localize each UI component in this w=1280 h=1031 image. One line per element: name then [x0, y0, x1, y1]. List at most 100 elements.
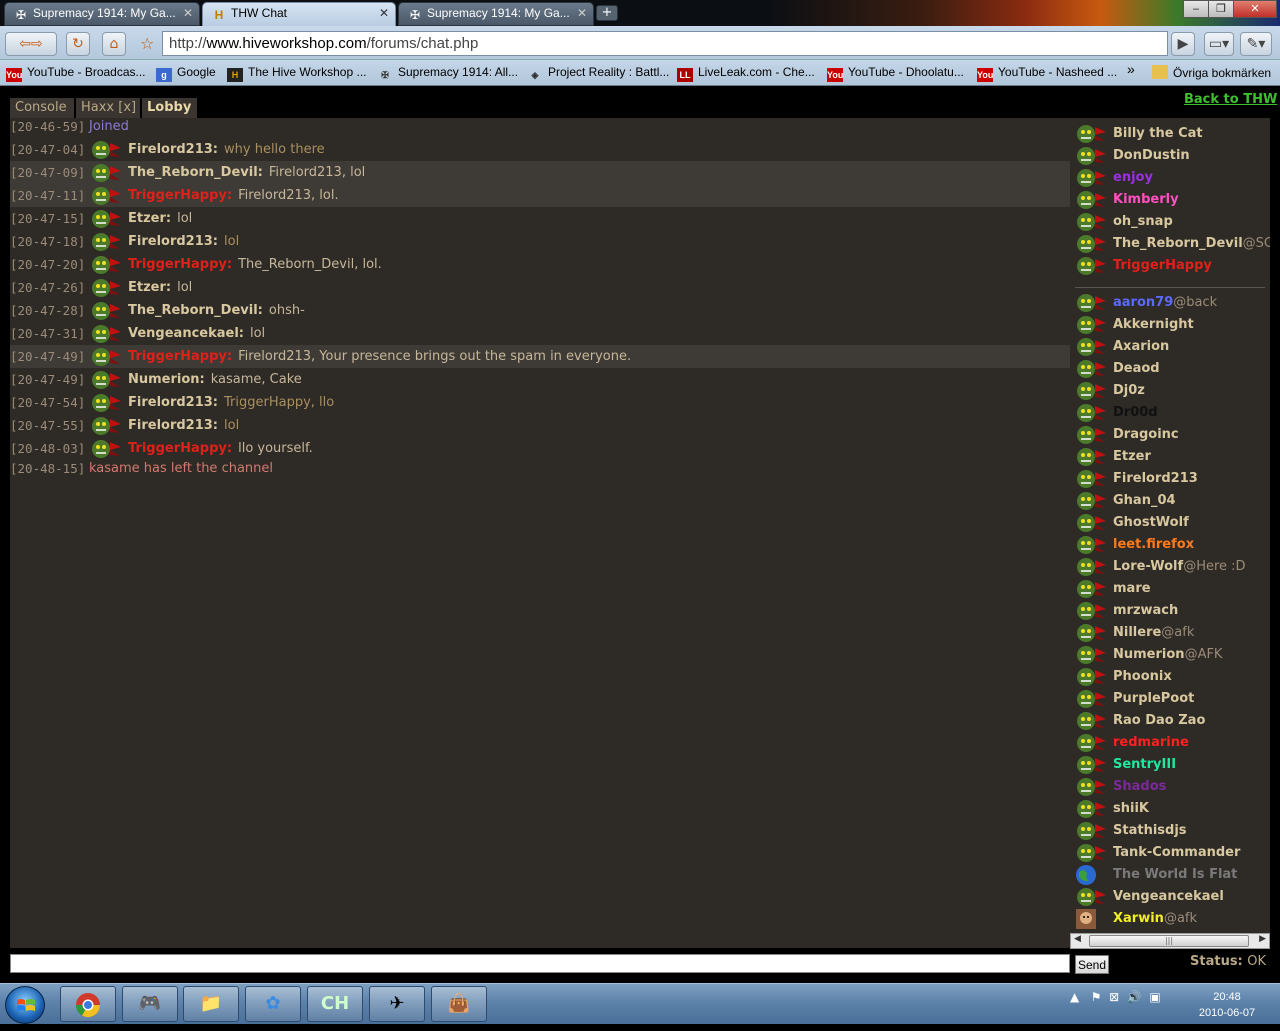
maximize-button[interactable]: ❐ [1208, 0, 1234, 18]
message-nick[interactable]: Firelord213: lol [128, 230, 239, 253]
volume-icon[interactable]: 🔊 [1127, 990, 1142, 1004]
tray-expand-icon[interactable]: ▲ [1070, 990, 1079, 1004]
tab-console[interactable]: Console [10, 98, 74, 118]
user-list-item[interactable]: Xarwin@afk [1075, 908, 1270, 930]
user-list-item[interactable]: TriggerHappy [1075, 255, 1270, 277]
browser-tab-thw-chat[interactable]: H THW Chat ✕ [202, 2, 396, 26]
user-list-item[interactable]: PurplePoot [1075, 688, 1270, 710]
user-list-item[interactable]: Billy the Cat [1075, 123, 1270, 145]
user-list-item[interactable]: Phoonix [1075, 666, 1270, 688]
user-list-item[interactable]: Nillere@afk [1075, 622, 1270, 644]
user-list-item[interactable]: Tank-Commander [1075, 842, 1270, 864]
user-list-item[interactable]: SentryIII [1075, 754, 1270, 776]
bookmark-star-icon[interactable]: ☆ [140, 34, 154, 53]
user-list-item[interactable]: aaron79@back [1075, 292, 1270, 314]
other-bookmarks-folder[interactable]: Övriga bokmärken [1152, 65, 1271, 80]
network-icon[interactable]: ⊠ [1109, 990, 1119, 1004]
address-bar[interactable]: http://www.hiveworkshop.com/forums/chat.… [162, 31, 1168, 56]
user-list-item[interactable]: GhostWolf [1075, 512, 1270, 534]
window-close-button[interactable]: ✕ [1233, 0, 1277, 18]
taskbar-media[interactable]: ✿ [245, 986, 301, 1022]
message-nick[interactable]: Numerion: kasame, Cake [128, 368, 302, 391]
chat-message-input[interactable] [10, 954, 1070, 973]
user-list-item[interactable]: oh_snap [1075, 211, 1270, 233]
back-arrow-icon[interactable]: ⇦ [19, 36, 31, 52]
tab-lobby[interactable]: Lobby [142, 98, 197, 118]
back-to-thw-link[interactable]: Back to THW [1184, 92, 1277, 107]
user-list-item[interactable]: DonDustin [1075, 145, 1270, 167]
user-list-item[interactable]: leet.firefox [1075, 534, 1270, 556]
message-nick[interactable]: The_Reborn_Devil: ohsh- [128, 299, 305, 322]
tab-haxx[interactable]: Haxx [x] [76, 98, 140, 118]
user-list-item[interactable]: shiiK [1075, 798, 1270, 820]
page-menu-button[interactable]: ▭▾ [1204, 32, 1234, 56]
message-nick[interactable]: Firelord213: lol [128, 414, 239, 437]
system-clock[interactable]: 20:48 2010-06-07 [1192, 989, 1262, 1021]
browser-tab-supremacy-2[interactable]: ✠ Supremacy 1914: My Ga... ✕ [398, 2, 594, 26]
scroll-left-icon[interactable]: ◀ [1074, 934, 1081, 944]
message-nick[interactable]: TriggerHappy: Firelord213, lol. [128, 184, 339, 207]
message-nick[interactable]: TriggerHappy: llo yourself. [128, 437, 313, 460]
user-list-item[interactable]: Numerion@AFK [1075, 644, 1270, 666]
user-list-item[interactable]: Ghan_04 [1075, 490, 1270, 512]
message-nick[interactable]: Etzer: lol [128, 276, 192, 299]
reload-button[interactable]: ↻ [66, 32, 90, 56]
bookmark-google[interactable]: g Google [156, 65, 216, 82]
bookmarks-overflow-button[interactable]: » [1127, 61, 1135, 77]
close-icon[interactable]: ✕ [379, 6, 389, 20]
message-nick[interactable]: Firelord213: TriggerHappy, llo [128, 391, 334, 414]
scroll-right-icon[interactable]: ▶ [1259, 934, 1266, 944]
user-list-item[interactable]: Vengeancekael [1075, 886, 1270, 908]
user-list-item[interactable]: Dj0z [1075, 380, 1270, 402]
message-nick[interactable]: TriggerHappy: The_Reborn_Devil, lol. [128, 253, 382, 276]
taskbar-warcraft[interactable]: CH [307, 986, 363, 1022]
close-icon[interactable]: ✕ [183, 6, 193, 20]
back-forward-button[interactable]: ⇦⇨ [5, 32, 57, 56]
tools-menu-button[interactable]: ✎▾ [1240, 32, 1272, 56]
send-button[interactable]: Send [1075, 955, 1109, 974]
user-list-item[interactable]: Firelord213 [1075, 468, 1270, 490]
user-list-item[interactable]: Dragoinc [1075, 424, 1270, 446]
bookmark-youtube-dhoolatu[interactable]: You YouTube - Dhoolatu... [827, 65, 964, 82]
user-list-item[interactable]: Shados [1075, 776, 1270, 798]
user-list-item[interactable]: Stathisdjs [1075, 820, 1270, 842]
bookmark-supremacy[interactable]: ✠ Supremacy 1914: All... [377, 65, 518, 82]
taskbar-explorer[interactable]: 📁 [183, 986, 239, 1022]
bookmark-hive-workshop[interactable]: H The Hive Workshop ... [227, 65, 367, 82]
user-list-item[interactable]: The World Is Flat [1075, 864, 1270, 886]
display-icon[interactable]: ▣ [1149, 990, 1160, 1004]
message-nick[interactable]: TriggerHappy: Firelord213, Your presence … [128, 345, 631, 368]
minimize-button[interactable]: ‒ [1183, 0, 1209, 18]
browser-tab-supremacy-1[interactable]: ✠ Supremacy 1914: My Ga... ✕ [4, 2, 200, 26]
user-list-item[interactable]: redmarine [1075, 732, 1270, 754]
user-list-item[interactable]: mrzwach [1075, 600, 1270, 622]
taskbar-app[interactable]: ✈ [369, 986, 425, 1022]
user-list-item[interactable]: Akkernight [1075, 314, 1270, 336]
taskbar-steam[interactable]: 🎮 [122, 986, 178, 1022]
user-list-item[interactable]: The_Reborn_Devil@SC2 [1075, 233, 1270, 255]
message-nick[interactable]: The_Reborn_Devil: Firelord213, lol [128, 161, 365, 184]
user-list-item[interactable]: Etzer [1075, 446, 1270, 468]
bookmark-youtube-nasheed[interactable]: You YouTube - Nasheed ... [977, 65, 1117, 82]
start-button[interactable] [5, 986, 45, 1024]
user-list-item[interactable]: Axarion [1075, 336, 1270, 358]
user-list-item[interactable]: Deaod [1075, 358, 1270, 380]
user-list-item[interactable]: enjoy [1075, 167, 1270, 189]
action-center-icon[interactable]: ⚑ [1091, 990, 1102, 1004]
message-nick[interactable]: Vengeancekael: lol [128, 322, 265, 345]
message-nick[interactable]: Etzer: lol [128, 207, 192, 230]
taskbar-bag[interactable]: 👜 [431, 986, 487, 1022]
taskbar-chrome[interactable] [60, 986, 116, 1022]
bookmark-liveleak[interactable]: LL LiveLeak.com - Che... [677, 65, 815, 82]
forward-arrow-icon[interactable]: ⇨ [31, 36, 43, 52]
user-list-horizontal-scrollbar[interactable]: ◀ ||| ▶ [1070, 933, 1270, 949]
user-list-item[interactable]: mare [1075, 578, 1270, 600]
message-nick[interactable]: Firelord213: why hello there [128, 138, 325, 161]
close-icon[interactable]: ✕ [577, 6, 587, 20]
go-button[interactable]: ▶ [1171, 32, 1195, 56]
user-list-item[interactable]: Lore-Wolf@Here :D [1075, 556, 1270, 578]
user-list-item[interactable]: Kimberly [1075, 189, 1270, 211]
new-tab-button[interactable]: + [596, 5, 618, 21]
scrollbar-thumb[interactable]: ||| [1089, 935, 1249, 947]
bookmark-youtube-broadcast[interactable]: You YouTube - Broadcas... [6, 65, 146, 82]
